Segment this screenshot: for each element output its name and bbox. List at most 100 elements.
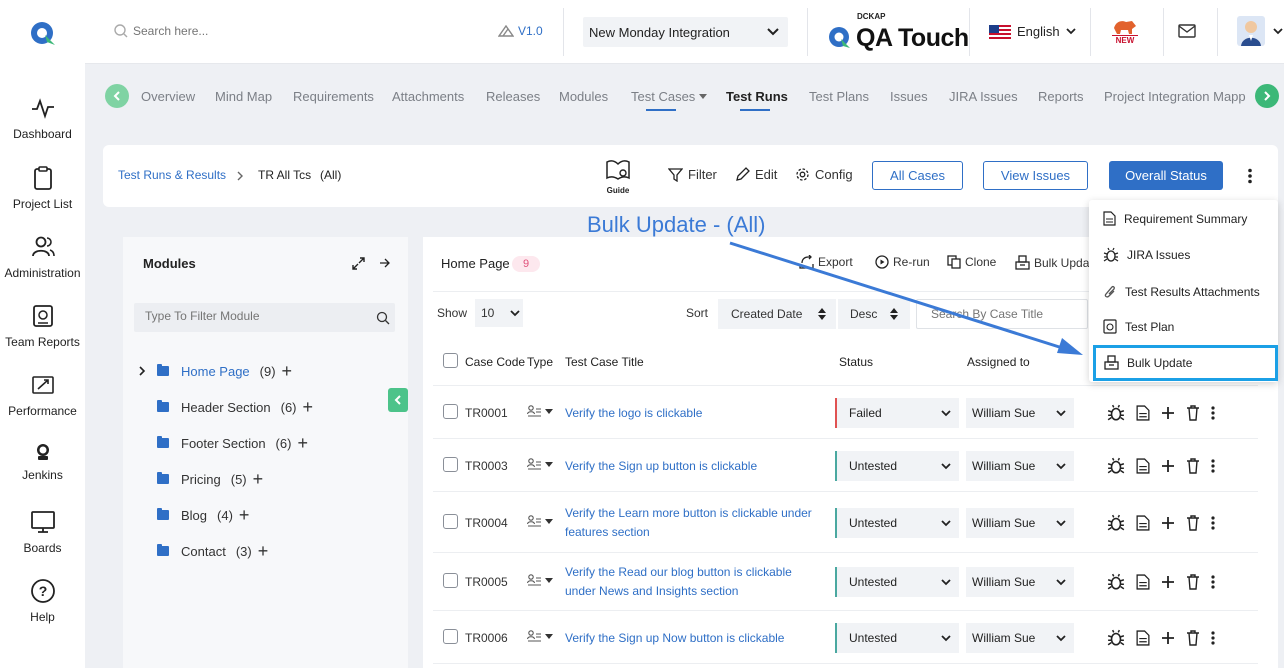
plus-icon[interactable] <box>1161 406 1175 420</box>
column-header-title[interactable]: Test Case Title <box>565 355 644 369</box>
bug-icon[interactable] <box>1107 629 1125 647</box>
view-issues-button[interactable]: View Issues <box>983 161 1088 190</box>
status-select[interactable]: Failed <box>835 397 959 428</box>
module-item-footer-section[interactable]: Footer Section (6) + <box>157 433 308 453</box>
sidebar-item-boards[interactable]: Boards <box>0 509 85 555</box>
module-item-pricing[interactable]: Pricing (5) + <box>157 469 263 489</box>
overall-status-button[interactable]: Overall Status <box>1109 161 1223 190</box>
document-icon[interactable] <box>1136 514 1150 531</box>
case-title-link[interactable]: Verify the Sign up Now button is clickab… <box>565 629 825 648</box>
module-filter[interactable] <box>134 303 395 332</box>
tab-releases[interactable]: Releases <box>486 89 540 104</box>
assignee-select[interactable]: William Sue <box>966 397 1074 428</box>
plus-icon[interactable] <box>1161 516 1175 530</box>
add-module-icon[interactable]: + <box>253 470 264 488</box>
bug-icon[interactable] <box>1107 457 1125 475</box>
row-checkbox[interactable] <box>443 628 458 644</box>
trash-icon[interactable] <box>1186 404 1200 421</box>
case-type-menu[interactable] <box>527 404 553 418</box>
menu-item-requirement-summary[interactable]: Requirement Summary <box>1103 211 1247 226</box>
global-search-input[interactable] <box>133 21 433 41</box>
app-logo[interactable] <box>28 18 58 48</box>
case-code[interactable]: TR0005 <box>465 575 508 589</box>
tab-overview[interactable]: Overview <box>141 89 195 104</box>
menu-item-test-results-attachments[interactable]: Test Results Attachments <box>1103 284 1260 300</box>
project-select[interactable]: New Monday Integration <box>583 17 788 47</box>
status-select[interactable]: Untested <box>835 450 959 481</box>
menu-item-bulk-update[interactable]: Bulk Update <box>1104 355 1192 370</box>
sidebar-item-help[interactable]: ? Help <box>0 578 85 624</box>
row-checkbox[interactable] <box>443 513 458 529</box>
more-options-icon[interactable] <box>1211 458 1215 473</box>
bug-icon[interactable] <box>1107 573 1125 591</box>
all-cases-button[interactable]: All Cases <box>872 161 963 190</box>
case-type-menu[interactable] <box>527 514 553 528</box>
add-module-icon[interactable]: + <box>303 398 314 416</box>
nav-scroll-right-button[interactable] <box>1255 84 1279 108</box>
tab-mind-map[interactable]: Mind Map <box>215 89 272 104</box>
row-checkbox[interactable] <box>443 403 458 419</box>
trash-icon[interactable] <box>1186 457 1200 474</box>
chevron-right-icon[interactable] <box>139 366 146 376</box>
trash-icon[interactable] <box>1186 629 1200 646</box>
sidebar-item-project-list[interactable]: Project List <box>0 165 85 211</box>
plus-icon[interactable] <box>1161 459 1175 473</box>
language-select[interactable]: English <box>989 24 1076 39</box>
tab-reports[interactable]: Reports <box>1038 89 1084 104</box>
sidebar-item-dashboard[interactable]: Dashboard <box>0 95 85 141</box>
case-code[interactable]: TR0004 <box>465 516 508 530</box>
add-module-icon[interactable]: + <box>282 362 293 380</box>
more-options-icon[interactable] <box>1211 575 1215 589</box>
breadcrumb-link[interactable]: Test Runs & Results <box>118 168 226 182</box>
plus-icon[interactable] <box>1161 631 1175 645</box>
module-filter-input[interactable] <box>145 309 365 323</box>
collapse-panel-button[interactable] <box>388 388 408 412</box>
sidebar-item-performance[interactable]: Performance <box>0 372 85 418</box>
menu-item-jira-issues[interactable]: JIRA Issues <box>1103 247 1190 263</box>
assignee-select[interactable]: William Sue <box>966 567 1074 597</box>
tab-requirements[interactable]: Requirements <box>293 89 374 104</box>
more-options-icon[interactable] <box>1211 405 1215 420</box>
case-type-menu[interactable] <box>527 457 553 471</box>
tab-attachments[interactable]: Attachments <box>392 89 464 104</box>
nav-scroll-left-button[interactable] <box>105 84 129 108</box>
document-icon[interactable] <box>1136 404 1150 421</box>
sidebar-item-team-reports[interactable]: Team Reports <box>0 303 85 349</box>
add-module-icon[interactable]: + <box>258 542 269 560</box>
case-code[interactable]: TR0003 <box>465 459 508 473</box>
sidebar-item-jenkins[interactable]: Jenkins <box>0 442 85 482</box>
case-code[interactable]: TR0006 <box>465 631 508 645</box>
module-item-header-section[interactable]: Header Section (6) + <box>157 397 313 417</box>
trash-icon[interactable] <box>1186 574 1200 590</box>
document-icon[interactable] <box>1136 629 1150 646</box>
status-select[interactable]: Untested <box>835 622 959 653</box>
config-button[interactable]: Config <box>795 167 853 182</box>
document-icon[interactable] <box>1136 574 1150 590</box>
guide-button[interactable]: Guide <box>605 159 631 196</box>
case-title-link[interactable]: Verify the Sign up button is clickable <box>565 457 825 476</box>
case-title-link[interactable]: Verify the logo is clickable <box>565 404 825 423</box>
row-checkbox[interactable] <box>443 573 458 588</box>
status-select[interactable]: Untested <box>835 507 959 538</box>
page-size-select[interactable]: 10 <box>475 299 523 327</box>
trash-icon[interactable] <box>1186 514 1200 531</box>
assignee-select[interactable]: William Sue <box>966 507 1074 538</box>
more-options-icon[interactable] <box>1211 515 1215 530</box>
module-item-home-page[interactable]: Home Page (9) + <box>139 361 292 381</box>
tab-test-plans[interactable]: Test Plans <box>809 89 869 104</box>
bug-icon[interactable] <box>1107 514 1125 532</box>
bug-icon[interactable] <box>1107 404 1125 422</box>
tab-test-runs[interactable]: Test Runs <box>726 89 788 104</box>
sidebar-item-administration[interactable]: Administration <box>0 234 85 280</box>
select-all-checkbox[interactable] <box>443 353 458 368</box>
case-title-link[interactable]: Verify the Read our blog button is click… <box>565 563 825 601</box>
column-header-case-code[interactable]: Case Code <box>465 355 525 369</box>
more-options-icon[interactable] <box>1247 168 1253 184</box>
more-options-icon[interactable] <box>1211 630 1215 645</box>
arrow-right-icon[interactable] <box>379 257 391 269</box>
tab-test-cases[interactable]: Test Cases <box>631 89 708 104</box>
case-code[interactable]: TR0001 <box>465 406 508 420</box>
menu-item-bulk-update-highlight[interactable]: Bulk Update <box>1093 345 1278 381</box>
whats-new-button[interactable]: NEW <box>1112 18 1138 46</box>
assignee-select[interactable]: William Sue <box>966 622 1074 653</box>
